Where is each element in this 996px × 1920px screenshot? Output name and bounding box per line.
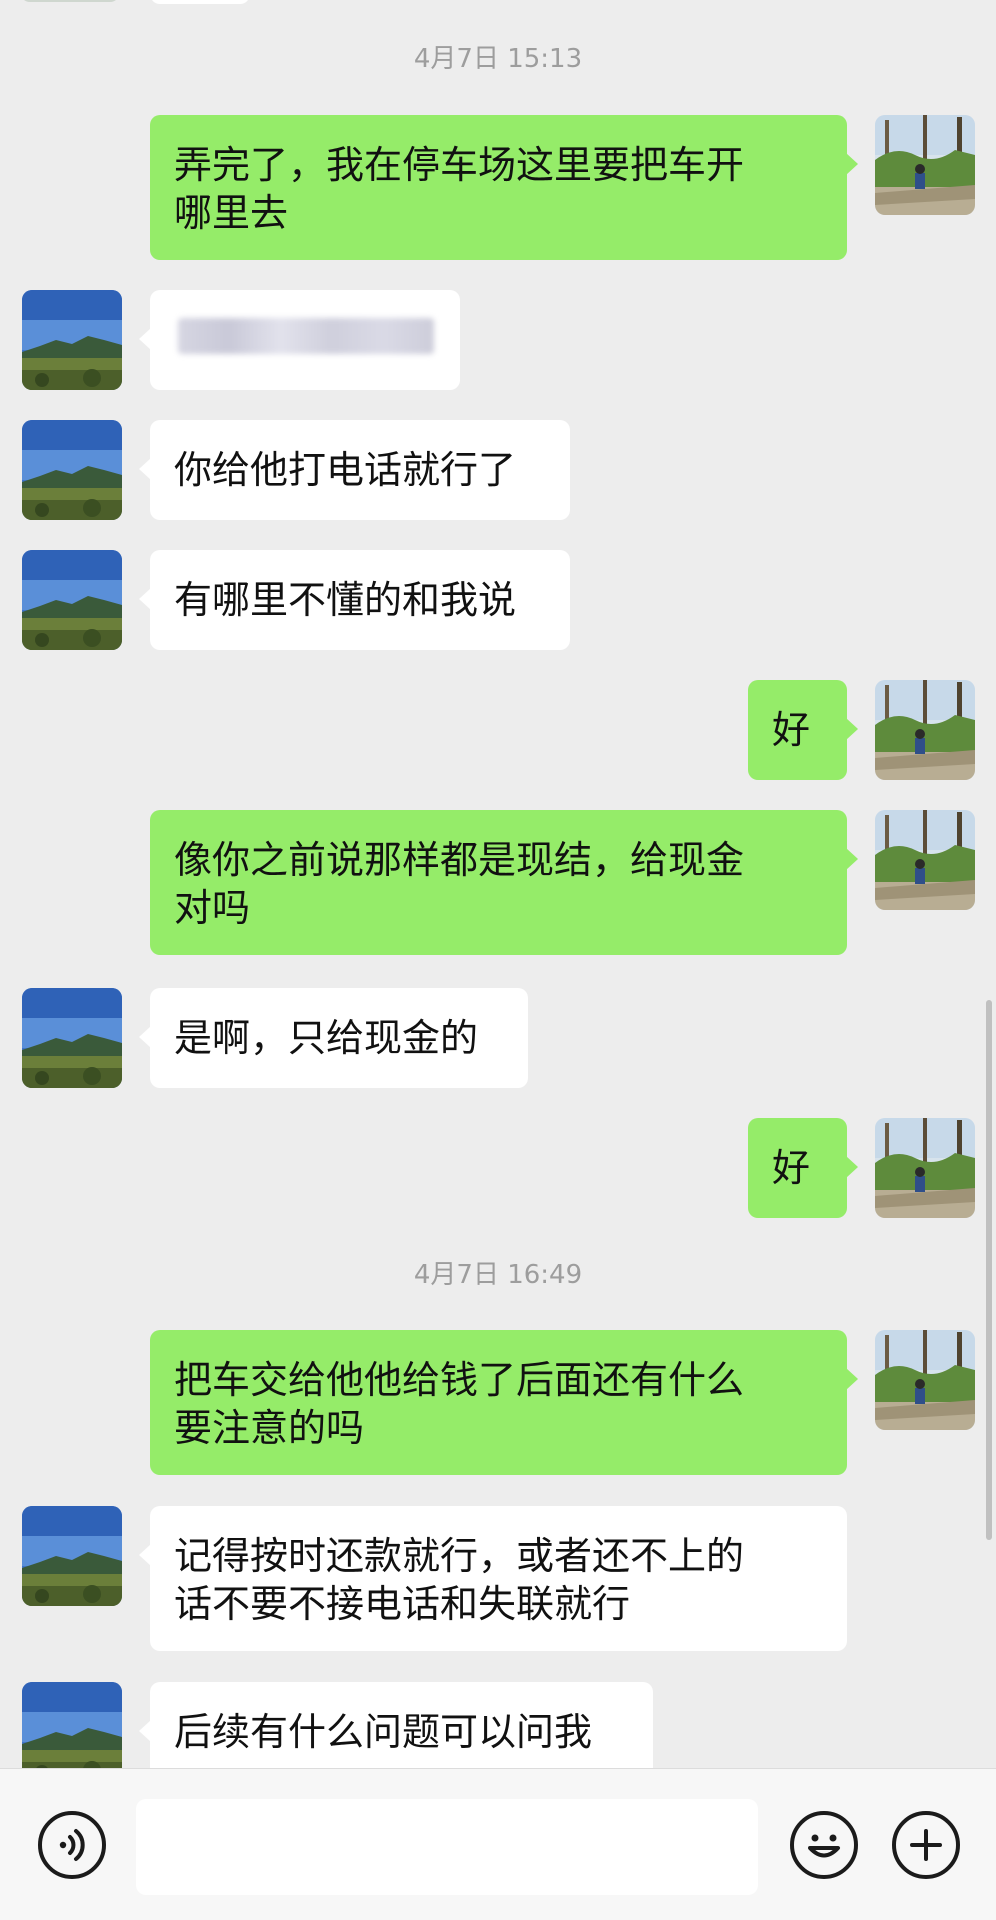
avatar[interactable] [875,1330,975,1430]
message-bubble[interactable]: 把车交给他他给钱了后面还有什么 要注意的吗 [150,1330,858,1475]
avatar[interactable] [22,1506,122,1606]
emoji-icon [808,1834,840,1858]
voice-button[interactable] [38,1811,106,1879]
redacted-text [178,318,434,354]
avatar[interactable] [875,810,975,910]
more-button[interactable] [892,1811,960,1879]
message-bubble[interactable]: 记得按时还款就行，或者还不上的 话不要不接电话和失联就行 [139,1506,847,1651]
avatar[interactable] [22,1682,122,1768]
message-input[interactable] [136,1799,758,1895]
message-bubble[interactable]: 弄完了，我在停车场这里要把车开 哪里去 [150,115,858,260]
message-bubble[interactable]: 后续有什么问题可以问我 [139,1682,653,1768]
timestamp: 4月7日 16:49 [413,1260,583,1290]
avatar[interactable] [22,988,122,1088]
avatar[interactable] [22,290,122,390]
message-bubble[interactable]: 好 [748,1118,858,1218]
voice-icon [59,1829,85,1861]
avatar[interactable] [875,115,975,215]
avatar[interactable] [20,0,120,2]
avatar[interactable] [22,420,122,520]
emoji-button[interactable] [790,1811,858,1879]
message-bubble[interactable] [150,0,250,4]
avatar[interactable] [875,1118,975,1218]
timestamp: 4月7日 15:13 [413,44,583,74]
scrollbar[interactable] [986,1000,992,1540]
message-bubble[interactable]: 有哪里不懂的和我说 [139,550,570,650]
avatar[interactable] [22,550,122,650]
input-bar [0,1768,996,1920]
message-bubble[interactable]: 像你之前说那样都是现结，给现金 对吗 [150,810,858,955]
plus-icon [910,1829,942,1861]
avatar[interactable] [875,680,975,780]
message-bubble[interactable]: 是啊，只给现金的 [139,988,528,1088]
message-bubble[interactable]: 好 [748,680,858,780]
chat-history[interactable]: 4月7日 15:13 弄完了，我在停车场这里要把车开 哪里去 你给他打电话就行了… [0,0,996,1768]
message-bubble[interactable]: 你给他打电话就行了 [139,420,570,520]
